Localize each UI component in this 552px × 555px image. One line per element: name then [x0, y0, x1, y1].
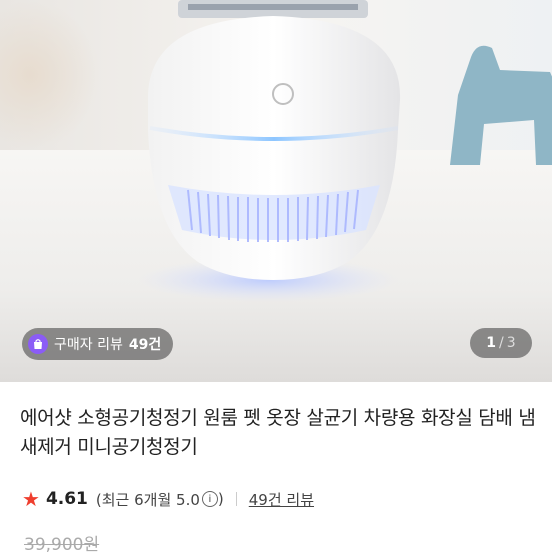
toy-horse-decoration — [450, 45, 552, 165]
page-total: 3 — [506, 335, 516, 351]
info-icon[interactable]: i — [201, 491, 218, 507]
page-separator: / — [499, 335, 504, 351]
rating-row: ★ 4.61 (최근 6개월 5.0 i ) 49건 리뷰 — [22, 487, 314, 511]
rating-period-close: ) — [217, 490, 224, 508]
rating-score: 4.61 — [45, 489, 88, 509]
rating-period-open: (최근 6개월 5.0 — [95, 490, 200, 509]
review-badge-label: 구매자 리뷰 — [54, 337, 123, 353]
product-image-gallery[interactable]: 구매자 리뷰 49건 1 / 3 — [0, 0, 552, 382]
original-price: 39,900원 — [24, 535, 100, 555]
product-title: 에어샷 소형공기청정기 원룸 펫 옷장 살균기 차량용 화장실 담배 냄새제거 … — [20, 407, 536, 458]
review-badge-count: 49건 — [128, 337, 162, 353]
buyer-review-badge[interactable]: 구매자 리뷰 49건 — [22, 328, 174, 360]
air-purifier-image — [138, 0, 401, 302]
rating-divider — [235, 492, 237, 506]
page-current: 1 — [486, 335, 497, 351]
review-bag-icon — [28, 334, 48, 354]
review-count-link[interactable]: 49건 리뷰 — [249, 489, 314, 510]
background-blur — [0, 0, 100, 150]
image-page-indicator: 1 / 3 — [470, 328, 532, 358]
star-icon: ★ — [22, 487, 40, 511]
